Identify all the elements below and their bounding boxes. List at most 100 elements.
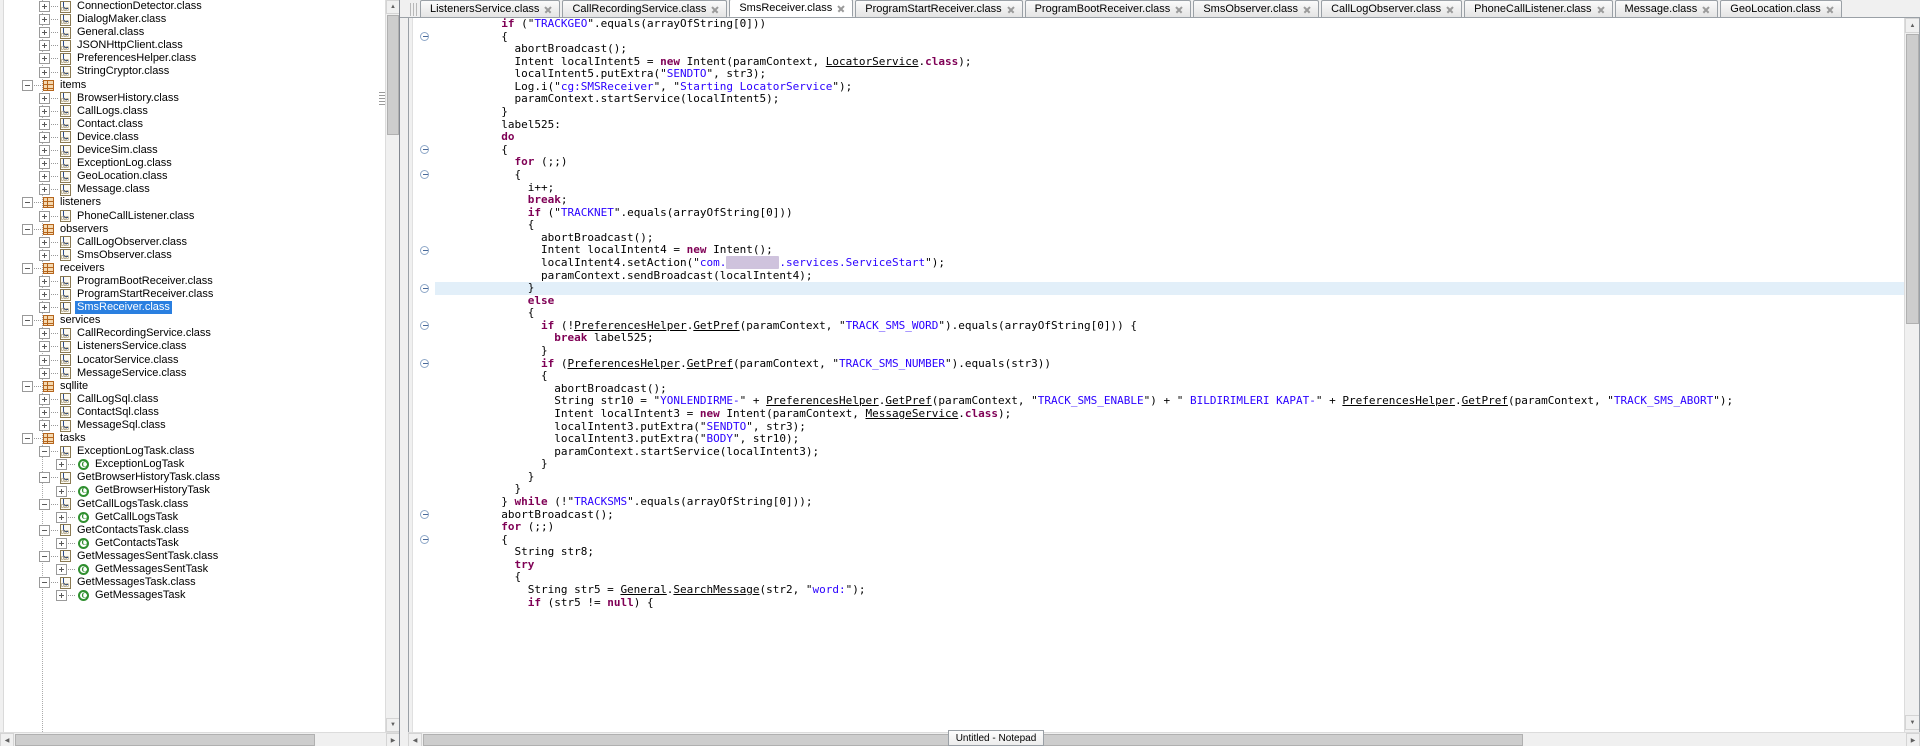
expand-icon[interactable] (39, 118, 50, 130)
collapse-icon[interactable] (22, 223, 33, 235)
collapse-icon[interactable] (22, 315, 33, 327)
code-scroll-down-arrow[interactable]: ▼ (1905, 715, 1919, 730)
expand-icon[interactable] (39, 1, 50, 13)
collapse-icon[interactable] (22, 79, 33, 91)
collapse-icon[interactable] (39, 446, 50, 458)
code-fold-toggle-icon[interactable] (420, 145, 429, 155)
collapse-icon[interactable] (22, 197, 33, 209)
expand-icon[interactable] (39, 92, 50, 104)
expand-icon[interactable] (39, 158, 50, 170)
editor-tab-message-class[interactable]: Message.class (1614, 0, 1719, 17)
expand-icon[interactable] (39, 328, 50, 340)
expand-icon[interactable] (39, 40, 50, 52)
expand-icon[interactable] (56, 485, 67, 497)
tree-item-calllogsql-class[interactable]: CallLogSql.class (4, 393, 399, 406)
tree-item-getmessagessenttask-class[interactable]: GetMessagesSentTask.class (4, 550, 399, 563)
editor-tab-programbootreceiver-class[interactable]: ProgramBootReceiver.class (1024, 0, 1192, 17)
tree-item-getmessagestask-class[interactable]: GetMessagesTask.class (4, 576, 399, 589)
collapse-icon[interactable] (39, 498, 50, 510)
code-fold-toggle-icon[interactable] (420, 283, 429, 293)
editor-tab-geolocation-class[interactable]: GeoLocation.class (1720, 0, 1842, 17)
collapse-icon[interactable] (22, 433, 33, 445)
expand-icon[interactable] (39, 66, 50, 78)
expand-icon[interactable] (56, 537, 67, 549)
tree-horizontal-scroll-thumb[interactable] (15, 734, 315, 746)
code-fold-toggle-icon[interactable] (420, 32, 429, 42)
tree-scroll-up-arrow[interactable]: ▲ (386, 0, 399, 14)
tree-vertical-scrollbar[interactable]: ▲ ▼ (385, 0, 399, 732)
tree-item-listenersservice-class[interactable]: ListenersService.class (4, 340, 399, 353)
tree-item-browserhistory-class[interactable]: BrowserHistory.class (4, 92, 399, 105)
tree-item-callrecordingservice-class[interactable]: CallRecordingService.class (4, 327, 399, 340)
tree-item-getmessagessenttask[interactable]: GetMessagesSentTask (4, 563, 399, 576)
editor-tab-listenersservice-class[interactable]: ListenersService.class (420, 0, 561, 17)
expand-icon[interactable] (39, 354, 50, 366)
tree-vertical-scroll-thumb[interactable] (387, 15, 399, 135)
close-tab-icon[interactable] (1175, 5, 1183, 14)
expand-icon[interactable] (39, 14, 50, 26)
close-tab-icon[interactable] (1303, 5, 1311, 14)
close-tab-icon[interactable] (1826, 5, 1834, 14)
tree-item-locatorservice-class[interactable]: LocatorService.class (4, 354, 399, 367)
close-tab-icon[interactable] (711, 5, 719, 14)
pane-splitter-handle[interactable] (379, 92, 385, 110)
code-fold-toggle-icon[interactable] (420, 321, 429, 331)
tree-item-programstartreceiver-class[interactable]: ProgramStartReceiver.class (4, 288, 399, 301)
code-fold-toggle-icon[interactable] (420, 359, 429, 369)
tree-item-getcalllogstask[interactable]: GetCallLogsTask (4, 511, 399, 524)
code-editor[interactable]: if ("TRACKGEO".equals(arrayOfString[0]))… (408, 18, 1920, 746)
collapse-icon[interactable] (22, 262, 33, 274)
code-fold-toggle-icon[interactable] (420, 170, 429, 180)
tree-item-smsobserver-class[interactable]: SmsObserver.class (4, 249, 399, 262)
expand-icon[interactable] (39, 302, 50, 314)
tree-scroll-left-arrow[interactable]: ◀ (0, 733, 14, 746)
expand-icon[interactable] (56, 459, 67, 471)
tree-item-receivers[interactable]: receivers (4, 262, 399, 275)
expand-icon[interactable] (39, 145, 50, 157)
tree-item-geolocation-class[interactable]: GeoLocation.class (4, 170, 399, 183)
tree-item-smsreceiver-class[interactable]: SmsReceiver.class (4, 301, 399, 315)
tree-item-getcontactstask-class[interactable]: GetContactsTask.class (4, 524, 399, 537)
tree-item-tasks[interactable]: tasks (4, 432, 399, 445)
expand-icon[interactable] (39, 53, 50, 65)
code-scroll-right-arrow[interactable]: ▶ (1906, 733, 1920, 746)
tree-item-messagesql-class[interactable]: MessageSql.class (4, 419, 399, 432)
taskbar-item-notepad[interactable]: Untitled - Notepad (948, 730, 1044, 746)
collapse-icon[interactable] (39, 524, 50, 536)
expand-icon[interactable] (39, 289, 50, 301)
tree-item-contactsql-class[interactable]: ContactSql.class (4, 406, 399, 419)
close-tab-icon[interactable] (1702, 5, 1710, 14)
close-tab-icon[interactable] (1446, 5, 1454, 14)
code-fold-toggle-icon[interactable] (420, 535, 429, 545)
code-fold-toggle-icon[interactable] (420, 245, 429, 255)
collapse-icon[interactable] (39, 577, 50, 589)
tree-item-message-class[interactable]: Message.class (4, 183, 399, 196)
editor-tab-smsreceiver-class[interactable]: SmsReceiver.class (729, 0, 854, 17)
editor-tab-callrecordingservice-class[interactable]: CallRecordingService.class (562, 0, 728, 17)
expand-icon[interactable] (39, 171, 50, 183)
expand-icon[interactable] (39, 105, 50, 117)
expand-icon[interactable] (39, 276, 50, 288)
tree-item-getbrowserhistorytask-class[interactable]: GetBrowserHistoryTask.class (4, 471, 399, 484)
tree-horizontal-scrollbar[interactable]: ◀ ▶ (0, 732, 399, 746)
tree-item-observers[interactable]: observers (4, 223, 399, 236)
editor-tab-smsobserver-class[interactable]: SmsObserver.class (1193, 0, 1320, 17)
expand-icon[interactable] (56, 564, 67, 576)
code-vertical-scrollbar[interactable]: ▲ ▼ (1904, 18, 1919, 745)
code-scroll-up-arrow[interactable]: ▲ (1905, 18, 1919, 33)
tree-item-listeners[interactable]: listeners (4, 196, 399, 209)
tree-item-exceptionlogtask-class[interactable]: ExceptionLogTask.class (4, 445, 399, 458)
tree-item-getmessagestask[interactable]: GetMessagesTask (4, 589, 399, 602)
editor-tab-calllogobserver-class[interactable]: CallLogObserver.class (1321, 0, 1463, 17)
code-fold-toggle-icon[interactable] (420, 510, 429, 520)
code-vertical-scroll-thumb[interactable] (1906, 34, 1919, 324)
collapse-icon[interactable] (39, 550, 50, 562)
expand-icon[interactable] (39, 210, 50, 222)
tree-item-connectiondetector-class[interactable]: ConnectionDetector.class (4, 0, 399, 13)
code-fold-gutter[interactable] (413, 18, 435, 745)
expand-icon[interactable] (39, 406, 50, 418)
tree-item-programbootreceiver-class[interactable]: ProgramBootReceiver.class (4, 275, 399, 288)
expand-icon[interactable] (39, 420, 50, 432)
close-tab-icon[interactable] (1597, 5, 1605, 14)
tree-item-services[interactable]: services (4, 314, 399, 327)
